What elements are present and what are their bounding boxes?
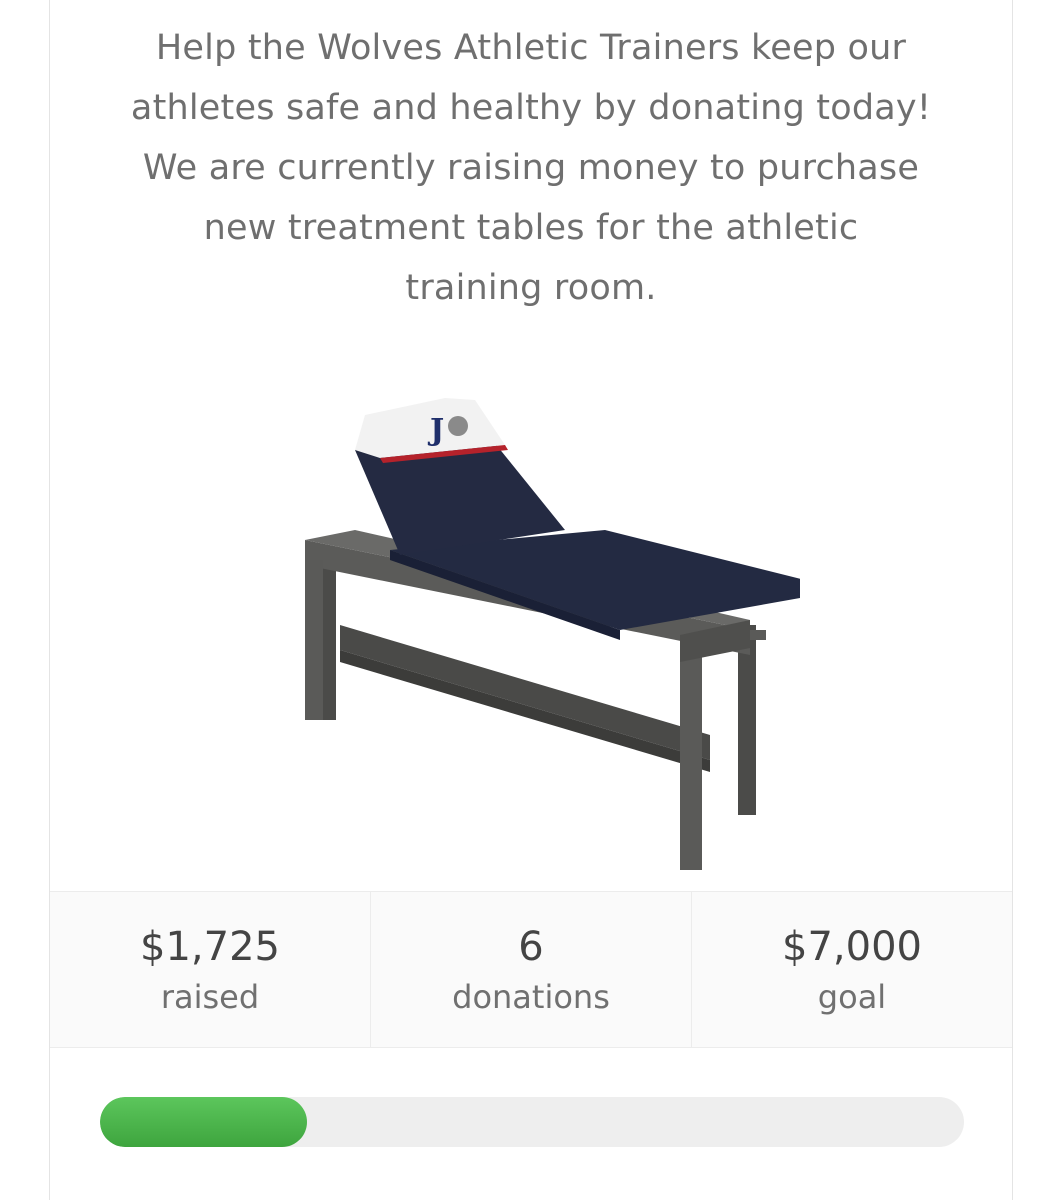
treatment-table-illustration: J: [305, 398, 845, 870]
campaign-card: Help the Wolves Athletic Trainers keep o…: [49, 0, 1013, 1200]
raised-label: raised: [160, 978, 260, 1016]
raised-amount: $1,725: [140, 924, 280, 970]
goal-label: goal: [817, 978, 887, 1016]
stat-raised: $1,725 raised: [50, 892, 371, 1047]
goal-amount: $7,000: [782, 924, 922, 970]
description-line: We are currently raising money to purcha…: [142, 148, 920, 188]
description-line: Help the Wolves Athletic Trainers keep o…: [155, 28, 907, 68]
donations-label: donations: [452, 978, 610, 1016]
page: Help the Wolves Athletic Trainers keep o…: [0, 0, 1064, 1200]
donations-count: 6: [518, 924, 544, 970]
stat-goal: $7,000 goal: [692, 892, 1012, 1047]
stat-donations: 6 donations: [371, 892, 692, 1047]
description-line: new treatment tables for the athletic: [203, 208, 859, 248]
progress-bar: [100, 1097, 964, 1147]
progress-bar-fill: [100, 1097, 308, 1147]
treatment-table-image: J: [280, 380, 845, 880]
team-logo-letter: J: [427, 413, 444, 448]
description-line: training room.: [405, 268, 657, 308]
campaign-stats: $1,725 raised 6 donations $7,000 goal: [50, 891, 1012, 1048]
campaign-description: Help the Wolves Athletic Trainers keep o…: [50, 18, 1012, 318]
description-line: athletes safe and healthy by donating to…: [130, 88, 932, 128]
